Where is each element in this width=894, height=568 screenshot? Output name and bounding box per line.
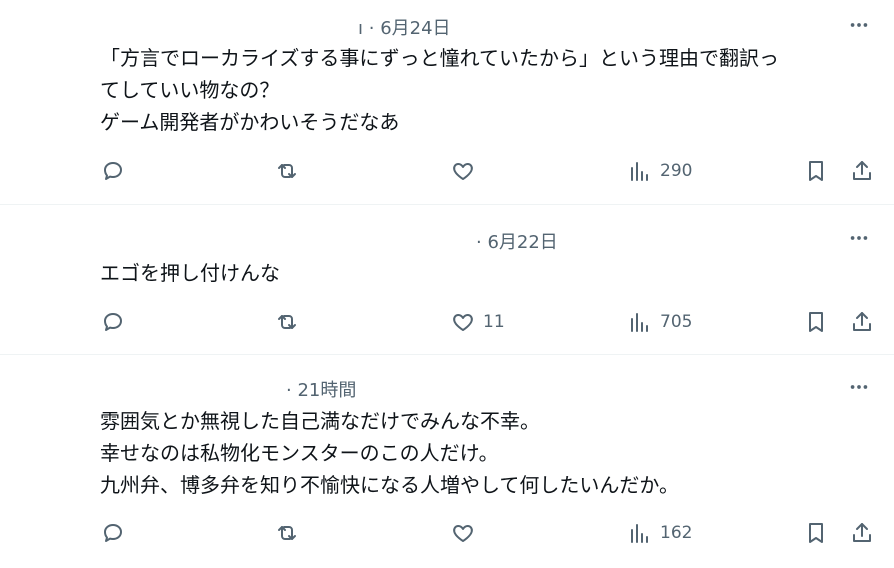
like-button[interactable]: 11 [451, 304, 505, 340]
truncated-username-fragment: ı [358, 18, 364, 39]
views-icon [631, 524, 648, 543]
tweet-text: 「方言でローカライズする事にずっと憧れていたから」という理由で翻訳っ てしていい… [100, 42, 890, 138]
tweet-text-line: 九州弁、博多弁を知り不愉快になる人増やして何したいんだか。 [100, 473, 679, 497]
more-icon [850, 385, 868, 389]
tweet-actions: 11 705 [0, 304, 894, 340]
share-button[interactable] [850, 304, 874, 340]
reply-icon [104, 313, 122, 331]
like-button[interactable] [451, 515, 483, 551]
tweet-text: 雰囲気とか無視した自己満なだけでみんな不幸。 幸せなのは私物化モンスターのこの人… [100, 405, 890, 501]
tweet-text-line: 幸せなのは私物化モンスターのこの人だけ。 [100, 441, 499, 465]
reply-icon [104, 524, 122, 542]
retweet-button[interactable] [275, 515, 299, 551]
bookmark-button[interactable] [804, 304, 828, 340]
tweet-actions: 162 [0, 515, 894, 551]
like-count: 11 [483, 312, 505, 332]
more-icon [850, 23, 868, 27]
bookmark-icon [809, 523, 823, 543]
heart-icon [453, 314, 473, 331]
tweet-text-line: エゴを押し付けんな [100, 261, 280, 285]
tweet-timestamp[interactable]: · 6月24日 [369, 18, 451, 39]
reply-icon [104, 162, 122, 180]
retweet-button[interactable] [275, 153, 299, 189]
share-icon [853, 523, 871, 542]
reply-button[interactable] [101, 153, 125, 189]
tweet-timestamp[interactable]: · 21時間 [286, 380, 356, 401]
share-button[interactable] [850, 515, 874, 551]
bookmark-button[interactable] [804, 515, 828, 551]
retweet-button[interactable] [275, 304, 299, 340]
views-button[interactable]: 705 [628, 304, 692, 340]
view-count: 290 [660, 161, 693, 181]
bookmark-icon [809, 161, 823, 181]
view-count: 162 [660, 523, 693, 543]
tweet[interactable]: ı · 6月24日 「方言でローカライズする事にずっと憧れていたから」という理由… [0, 0, 894, 205]
like-button[interactable] [451, 153, 483, 189]
bookmark-icon [809, 312, 823, 332]
tweet-meta: ı · 6月24日 [358, 14, 451, 39]
tweet[interactable]: · 6月22日 エゴを押し付けんな 11 705 [0, 205, 894, 355]
tweet-meta: · 21時間 [286, 376, 356, 401]
tweet-timestamp[interactable]: · 6月22日 [476, 232, 558, 253]
share-button[interactable] [850, 153, 874, 189]
reply-button[interactable] [101, 304, 125, 340]
bookmark-button[interactable] [804, 153, 828, 189]
heart-icon [453, 525, 473, 542]
tweet-text-line: 「方言でローカライズする事にずっと憧れていたから」という理由で翻訳っ [100, 46, 779, 70]
more-button[interactable] [844, 223, 874, 253]
retweet-icon [278, 526, 296, 540]
view-count: 705 [660, 312, 693, 332]
reply-button[interactable] [101, 515, 125, 551]
views-button[interactable]: 162 [628, 515, 692, 551]
tweet-text-line: てしていい物なの？ [100, 78, 280, 102]
share-icon [853, 161, 871, 180]
retweet-icon [278, 164, 296, 178]
tweet-actions: 290 [0, 153, 894, 189]
views-button[interactable]: 290 [628, 153, 692, 189]
tweet-text: エゴを押し付けんな [100, 257, 890, 289]
views-icon [631, 313, 648, 332]
timeline-feed: ı · 6月24日 「方言でローカライズする事にずっと憧れていたから」という理由… [0, 0, 894, 568]
tweet-text-line: ゲーム開発者がかわいそうだなあ [100, 110, 400, 134]
tweet-text-line: 雰囲気とか無視した自己満なだけでみんな不幸。 [100, 409, 540, 433]
more-icon [850, 236, 868, 240]
tweet[interactable]: · 21時間 雰囲気とか無視した自己満なだけでみんな不幸。 幸せなのは私物化モン… [0, 355, 894, 568]
tweet-meta: · 6月22日 [476, 228, 558, 253]
retweet-icon [278, 315, 296, 329]
views-icon [631, 162, 648, 181]
share-icon [853, 312, 871, 331]
more-button[interactable] [844, 10, 874, 40]
heart-icon [453, 163, 473, 180]
more-button[interactable] [844, 372, 874, 402]
